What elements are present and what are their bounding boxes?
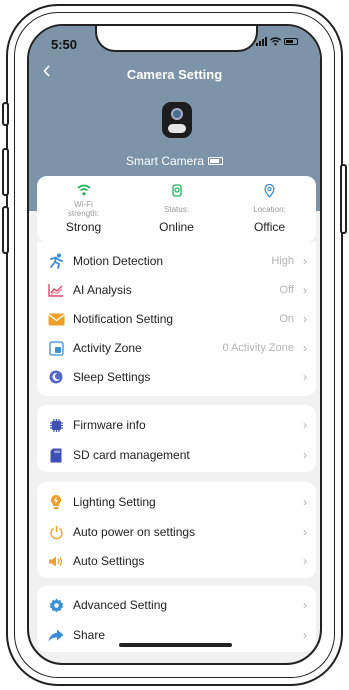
stat-status: Status: Online bbox=[130, 176, 223, 242]
row-sleep-settings[interactable]: Sleep Settings › bbox=[37, 363, 316, 391]
chevron-right-icon: › bbox=[303, 283, 307, 297]
row-label: SD card management bbox=[73, 448, 190, 462]
status-icons bbox=[256, 37, 298, 46]
volume-up-button bbox=[2, 148, 9, 196]
chevron-right-icon: › bbox=[303, 312, 307, 326]
row-label: Activity Zone bbox=[73, 341, 142, 355]
row-label: Auto power on settings bbox=[73, 525, 196, 539]
row-value: High bbox=[271, 255, 294, 267]
status-icon bbox=[171, 184, 182, 197]
chevron-right-icon: › bbox=[303, 525, 307, 539]
envelope-icon bbox=[47, 313, 65, 325]
row-value: 0 Activity Zone bbox=[222, 342, 294, 354]
row-label: Advanced Setting bbox=[73, 598, 168, 612]
chevron-right-icon: › bbox=[303, 254, 307, 268]
signal-icon bbox=[256, 37, 267, 46]
stats-row: Wi-Fi strength: Strong Status: Online Lo… bbox=[37, 176, 316, 242]
row-auto-settings[interactable]: Auto Settings › bbox=[37, 547, 316, 575]
camera-device-icon bbox=[162, 102, 192, 138]
chart-icon bbox=[48, 284, 63, 297]
wifi-label: Wi-Fi strength: bbox=[67, 200, 100, 218]
device-name: Smart Camera bbox=[29, 154, 320, 168]
chevron-right-icon: › bbox=[303, 495, 307, 509]
row-value: On bbox=[279, 313, 294, 325]
row-motion-detection[interactable]: Motion Detection High › bbox=[37, 247, 316, 275]
device-name-label: Smart Camera bbox=[125, 154, 205, 168]
battery-icon bbox=[208, 157, 224, 165]
running-person-icon bbox=[50, 253, 63, 269]
speaker-icon bbox=[49, 556, 63, 566]
moon-icon bbox=[49, 370, 63, 384]
wifi-value: Strong bbox=[65, 220, 102, 234]
chevron-right-icon: › bbox=[303, 554, 307, 568]
chevron-right-icon: › bbox=[303, 628, 307, 642]
stat-location: Location: Office bbox=[223, 176, 316, 242]
row-value: Off bbox=[279, 284, 294, 296]
row-label: Motion Detection bbox=[73, 254, 164, 268]
volume-down-button bbox=[2, 206, 9, 254]
row-label: Auto Settings bbox=[73, 554, 145, 568]
gear-icon bbox=[49, 598, 63, 612]
battery-status-icon bbox=[284, 38, 298, 45]
chevron-right-icon: › bbox=[303, 598, 307, 612]
power-icon bbox=[49, 525, 63, 539]
row-label: Share bbox=[73, 628, 106, 642]
notch bbox=[95, 26, 258, 52]
row-firmware-info[interactable]: Firmware info › bbox=[37, 411, 316, 439]
chevron-right-icon: › bbox=[303, 418, 307, 432]
location-pin-icon bbox=[264, 184, 275, 198]
share-arrow-icon bbox=[48, 629, 64, 641]
chip-icon bbox=[49, 418, 63, 432]
stat-wifi: Wi-Fi strength: Strong bbox=[37, 176, 130, 242]
row-lighting-setting[interactable]: Lighting Setting › bbox=[37, 488, 316, 516]
home-indicator[interactable] bbox=[119, 643, 232, 647]
row-ai-analysis[interactable]: AI Analysis Off › bbox=[37, 276, 316, 304]
row-auto-power-on-settings[interactable]: Auto power on settings › bbox=[37, 518, 316, 546]
wifi-status-icon bbox=[270, 37, 281, 46]
row-sd-card-management[interactable]: SD card management › bbox=[37, 441, 316, 469]
row-label: Lighting Setting bbox=[73, 495, 156, 509]
wifi-icon bbox=[76, 184, 91, 196]
sd-card-icon bbox=[50, 448, 62, 462]
status-time: 5:50 bbox=[51, 37, 78, 52]
chevron-right-icon: › bbox=[303, 370, 307, 384]
page-title: Camera Setting bbox=[126, 67, 223, 82]
power-button bbox=[340, 164, 347, 234]
row-advanced-setting[interactable]: Advanced Setting › bbox=[37, 591, 316, 619]
row-label: Sleep Settings bbox=[73, 370, 151, 384]
location-label: Location: bbox=[253, 204, 286, 214]
status-value: Online bbox=[159, 220, 194, 234]
status-label: Status: bbox=[164, 204, 189, 214]
chevron-right-icon: › bbox=[303, 341, 307, 355]
row-activity-zone[interactable]: Activity Zone 0 Activity Zone › bbox=[37, 334, 316, 362]
row-label: Firmware info bbox=[73, 418, 146, 432]
bulb-icon bbox=[51, 495, 61, 509]
screen: 5:50 Camera Setting Smart Camera Wi-Fi s… bbox=[27, 24, 322, 665]
zone-icon bbox=[48, 340, 64, 356]
row-notification-setting[interactable]: Notification Setting On › bbox=[37, 305, 316, 333]
mute-switch bbox=[2, 102, 9, 126]
location-value: Office bbox=[253, 220, 286, 234]
row-label: Notification Setting bbox=[73, 312, 174, 326]
row-label: AI Analysis bbox=[73, 283, 132, 297]
chevron-right-icon: › bbox=[303, 448, 307, 462]
